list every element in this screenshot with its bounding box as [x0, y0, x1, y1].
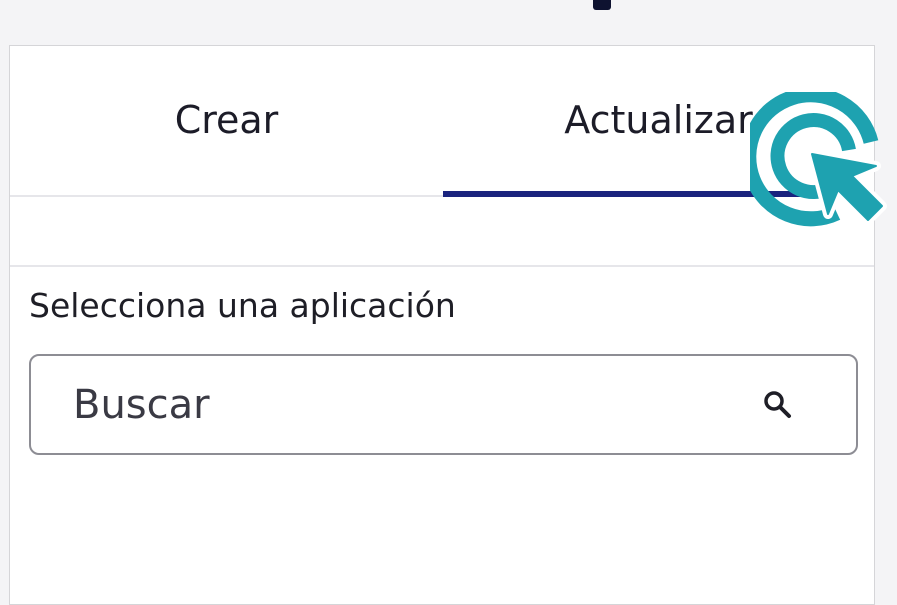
search-field: [29, 354, 858, 455]
search-icon[interactable]: [762, 389, 794, 421]
tab-actualizar[interactable]: Actualizar: [443, 46, 874, 197]
app-selector-panel: Crear Actualizar Selecciona una aplicaci…: [9, 45, 875, 605]
tab-crear-label: Crear: [174, 97, 279, 142]
search-input[interactable]: [31, 356, 751, 453]
active-tab-indicator: [443, 191, 874, 197]
application-field-label: Selecciona una aplicación: [29, 286, 456, 325]
header-fragment: [593, 0, 611, 10]
tab-crear[interactable]: Crear: [10, 46, 443, 197]
tab-bar: Crear Actualizar: [10, 46, 874, 197]
divider: [10, 265, 874, 267]
tab-actualizar-label: Actualizar: [564, 97, 753, 142]
